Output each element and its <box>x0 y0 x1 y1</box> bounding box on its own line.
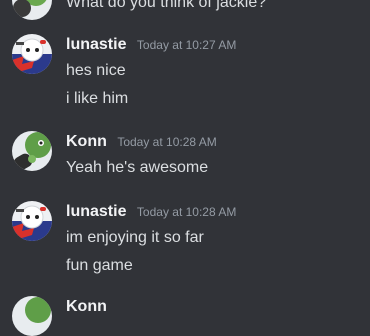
avatar[interactable] <box>12 296 52 336</box>
timestamp: Today at 10:27 AM <box>136 38 237 52</box>
green-character-avatar-icon <box>12 0 52 20</box>
green-character-avatar-icon <box>12 296 52 336</box>
username[interactable]: Konn <box>66 298 107 315</box>
message-text: What do you think of jackie? <box>66 0 267 11</box>
message-text: hes nice <box>66 62 126 79</box>
avatar[interactable] <box>12 34 52 74</box>
username[interactable]: Konn <box>66 133 107 150</box>
white-character-avatar-icon <box>12 34 52 74</box>
avatar[interactable] <box>12 0 52 20</box>
username[interactable]: lunastie <box>66 203 126 220</box>
white-character-avatar-icon <box>12 201 52 241</box>
avatar[interactable] <box>12 131 52 171</box>
timestamp: Today at 10:28 AM <box>136 205 237 219</box>
message-text: im enjoying it so far <box>66 229 204 246</box>
avatar[interactable] <box>12 201 52 241</box>
message-text: Yeah he's awesome <box>66 159 209 176</box>
message-text: fun game <box>66 257 133 274</box>
chat-message-list: What do you think of jackie? lunastie To… <box>0 0 370 336</box>
timestamp: Today at 10:28 AM <box>117 135 217 149</box>
green-character-avatar-icon <box>12 131 52 171</box>
username[interactable]: lunastie <box>66 36 126 53</box>
message-text: i like him <box>66 90 129 107</box>
